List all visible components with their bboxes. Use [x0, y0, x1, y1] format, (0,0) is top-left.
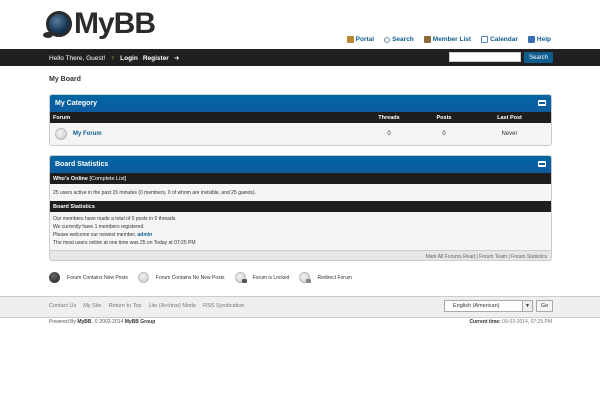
logo-text: MyBB: [74, 7, 156, 40]
register-link[interactable]: Register: [143, 55, 169, 62]
mybb-link[interactable]: MyBB: [77, 319, 91, 325]
forum-legend: Forum Contains New Posts Forum Contains …: [49, 272, 362, 283]
rss-link[interactable]: RSS Syndication: [203, 303, 244, 309]
contact-us-link[interactable]: Contact Us: [49, 303, 76, 309]
stats-line-newest: Please welcome our newest member, admin: [53, 232, 153, 238]
top-links: Portal Search Member List Calendar Help: [346, 36, 551, 43]
no-new-posts-icon: [137, 272, 149, 283]
member-list-link[interactable]: Member List: [423, 36, 471, 43]
portal-link[interactable]: Portal: [346, 36, 374, 43]
lite-mode-link[interactable]: Lite (Archive) Mode: [148, 303, 196, 309]
forum-column-headers: Forum Threads Posts Last Post: [50, 112, 551, 123]
portal-icon: [346, 36, 354, 43]
mybb-logo[interactable]: MyBB: [43, 6, 156, 42]
welcome-block: Hello There, Guest! ♀ Login Register ➜: [49, 54, 180, 63]
powered-by: Powered By MyBB, © 2002-2014 MyBB Group: [49, 319, 156, 325]
forum-link[interactable]: My Forum: [73, 131, 102, 137]
go-button[interactable]: Go: [536, 300, 553, 312]
current-time: Current time: 09-03-2014, 07:25 PM: [469, 319, 552, 325]
online-row: 25 users active in the past 15 minutes (…: [50, 184, 551, 201]
legend-no-new-posts: Forum Contains No New Posts: [137, 272, 225, 283]
help-link[interactable]: Help: [527, 36, 551, 43]
footer-links: Contact Us My Site Return to Top Lite (A…: [49, 303, 244, 309]
login-link[interactable]: Login: [120, 55, 138, 62]
stats-line-posts: Our members have made a total of 0 posts…: [53, 216, 177, 222]
whos-online-header: Who's Online [Complete List]: [50, 173, 551, 184]
help-icon: [527, 36, 535, 43]
breadcrumb[interactable]: My Board: [49, 76, 81, 83]
current-time-value: 09-03-2014, 07:25 PM: [502, 319, 552, 325]
stats-bottom-links-text[interactable]: Mark All Forums Read | Forum Team | Foru…: [426, 254, 547, 260]
category-header[interactable]: My Category: [50, 95, 551, 112]
stats-lines: Our members have made a total of 0 posts…: [50, 212, 551, 250]
forum-status-icon: [55, 128, 67, 140]
col-lastpost-header: Last Post: [497, 114, 522, 121]
forum-posts: 0: [442, 131, 446, 137]
legend-locked: Forum is Locked: [234, 272, 289, 283]
search-icon: [384, 36, 391, 43]
stats-line-members: We currently have 1 members registered.: [53, 224, 145, 230]
language-value: English (American): [453, 303, 500, 309]
legend-redirect: Redirect Forum: [299, 272, 352, 283]
search-button[interactable]: Search: [524, 52, 553, 63]
whos-online-label: Who's Online: [53, 175, 88, 182]
category-title[interactable]: My Category: [55, 100, 97, 107]
stats-line-record: The most users online at one time was 25…: [53, 240, 196, 246]
forum-row: My Forum 0 0 Never: [50, 123, 551, 145]
forum-category-table: My Category Forum Threads Posts Last Pos…: [49, 94, 552, 146]
register-arrow-icon: ➜: [173, 55, 180, 62]
chevron-down-icon: ▼: [522, 301, 532, 311]
redirect-forum-icon: [299, 272, 312, 283]
newest-member-link[interactable]: admin: [137, 232, 152, 238]
language-select[interactable]: English (American) ▼: [444, 300, 533, 312]
locked-forum-icon: [234, 272, 247, 283]
forum-threads: 0: [387, 131, 391, 137]
member-list-icon: [423, 36, 431, 43]
collapse-icon[interactable]: [538, 161, 546, 167]
welcome-text: Hello There, Guest!: [49, 54, 106, 62]
login-icon: ♀: [110, 54, 116, 62]
col-posts-header: Posts: [436, 114, 452, 121]
legend-new-posts: Forum Contains New Posts: [49, 272, 128, 283]
search-input[interactable]: [449, 52, 521, 62]
forum-lastpost: Never: [501, 131, 518, 137]
my-site-link[interactable]: My Site: [83, 303, 101, 309]
new-posts-icon: [49, 272, 60, 283]
board-stats-section-title: Board Statistics: [53, 203, 95, 210]
col-forum-header: Forum: [53, 114, 71, 121]
complete-list-link[interactable]: [Complete List]: [89, 176, 126, 182]
return-to-top-link[interactable]: Return to Top: [109, 303, 142, 309]
calendar-icon: [481, 36, 489, 43]
stats-bottom-links: Mark All Forums Read | Forum Team | Foru…: [50, 250, 551, 260]
board-stats-header: Board Statistics: [50, 201, 551, 212]
board-statistics-table: Board Statistics Who's Online [Complete …: [49, 155, 552, 261]
logo-globe-icon: [43, 11, 72, 38]
collapse-icon[interactable]: [538, 100, 546, 106]
col-threads-header: Threads: [378, 114, 400, 121]
calendar-link[interactable]: Calendar: [481, 36, 518, 43]
stats-title: Board Statistics: [55, 161, 109, 168]
stats-header[interactable]: Board Statistics: [50, 156, 551, 173]
online-text: 25 users active in the past 15 minutes (…: [53, 189, 256, 196]
search-link[interactable]: Search: [384, 36, 414, 43]
mybb-group-link[interactable]: MyBB Group: [125, 319, 156, 325]
